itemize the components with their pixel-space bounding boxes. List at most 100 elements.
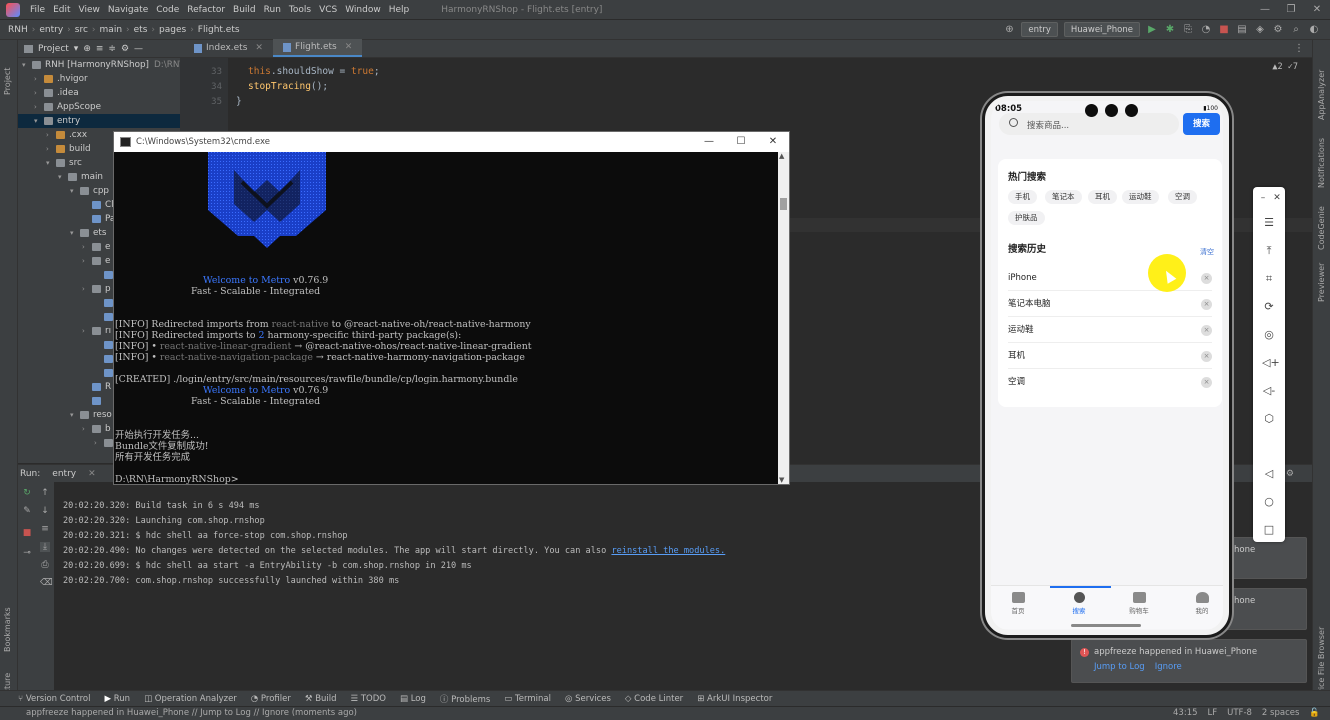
bookmarks-tool-tab[interactable]: Bookmarks: [3, 607, 12, 652]
tab-home[interactable]: 首页: [998, 592, 1038, 615]
project-view-select[interactable]: Project: [38, 44, 69, 54]
device-select[interactable]: Huawei_Phone: [1063, 22, 1140, 37]
remove-icon[interactable]: ×: [1201, 325, 1212, 336]
line-separator[interactable]: LF: [1208, 707, 1218, 720]
minimize-icon[interactable]: –: [1256, 191, 1270, 205]
scroll-end-icon[interactable]: ⤓: [40, 542, 50, 552]
settings-icon[interactable]: ⚙: [1272, 24, 1284, 36]
down-icon[interactable]: ↓: [40, 506, 50, 516]
menu-file[interactable]: File: [26, 5, 49, 15]
scroll-up-icon[interactable]: ▲: [779, 152, 784, 160]
lock-icon[interactable]: 🔓: [1309, 707, 1320, 720]
hot-tag[interactable]: 护肤品: [1008, 211, 1045, 225]
notifications-tool-tab[interactable]: Notifications: [1317, 138, 1326, 188]
cmd-title-bar[interactable]: C:\Windows\System32\cmd.exe — ☐ ✕: [114, 132, 789, 152]
expand-arrow-icon[interactable]: ›: [82, 282, 92, 296]
run-config-tab[interactable]: entry: [46, 469, 82, 479]
close-tab-icon[interactable]: ✕: [345, 38, 353, 56]
minimize-icon[interactable]: —: [693, 132, 725, 152]
profile-icon[interactable]: ◔: [1200, 24, 1212, 36]
minimize-icon[interactable]: —: [1252, 0, 1278, 20]
expand-arrow-icon[interactable]: ›: [82, 422, 92, 436]
menu-view[interactable]: View: [75, 5, 104, 15]
remove-icon[interactable]: ×: [1201, 377, 1212, 388]
cmd-scrollbar[interactable]: ▲ ▼: [778, 152, 789, 484]
debug-icon[interactable]: ✱: [1164, 24, 1176, 36]
breadcrumb-main[interactable]: main: [96, 25, 127, 35]
up-icon[interactable]: ↑: [40, 488, 50, 498]
expand-arrow-icon[interactable]: ▾: [70, 184, 80, 198]
phone-emulator[interactable]: 搜索商品... 搜索 08:05 ▮100 热门搜索 手机 笔记本 耳机 运动鞋…: [982, 93, 1232, 638]
expand-arrow-icon[interactable]: ▾: [70, 408, 80, 422]
close-icon[interactable]: ✕: [757, 132, 789, 152]
volume-down-icon[interactable]: ◁-: [1262, 384, 1276, 398]
stop-icon[interactable]: ■: [22, 528, 32, 538]
tab-flight[interactable]: Flight.ets ✕: [272, 38, 363, 57]
tab-code-linter[interactable]: ◇ Code Linter: [625, 694, 683, 704]
inspection-widget[interactable]: ▲2 ✓7: [1272, 62, 1298, 72]
home-icon[interactable]: ○: [1262, 495, 1276, 509]
volume-up-icon[interactable]: ◁+: [1262, 356, 1280, 370]
tree-node[interactable]: › AppScope: [18, 100, 180, 114]
maximize-icon[interactable]: ☐: [725, 132, 757, 152]
appfreeze-notification[interactable]: ! appfreeze happened in Huawei_Phone Jum…: [1071, 639, 1307, 683]
tab-run[interactable]: ▶ Run: [105, 694, 131, 704]
cmd-prompt[interactable]: D:\RN\HarmonyRNShop>: [115, 474, 239, 484]
menu-help[interactable]: Help: [385, 5, 414, 15]
print-icon[interactable]: ⎙: [40, 560, 50, 570]
scroll-down-icon[interactable]: ▼: [779, 476, 784, 484]
breadcrumb-pages[interactable]: pages: [155, 25, 190, 35]
tree-node[interactable]: ▾ RNH [HarmonyRNShop] D:\RN\: [18, 58, 180, 72]
expand-arrow-icon[interactable]: ›: [82, 240, 92, 254]
sdk-icon[interactable]: ◈: [1254, 24, 1266, 36]
expand-arrow-icon[interactable]: ▾: [58, 170, 68, 184]
tab-version-control[interactable]: ⑂ Version Control: [18, 694, 91, 704]
breadcrumb-file[interactable]: Flight.ets: [194, 25, 244, 35]
breadcrumb-src[interactable]: src: [71, 25, 92, 35]
menu-icon[interactable]: ☰: [1262, 216, 1276, 230]
reinstall-link[interactable]: reinstall the modules.: [611, 546, 725, 556]
tab-profiler[interactable]: ◔ Profiler: [251, 694, 291, 704]
appanalyzer-tool-tab[interactable]: AppAnalyzer: [1317, 70, 1326, 120]
menu-window[interactable]: Window: [341, 5, 385, 15]
ignore-link[interactable]: Ignore: [1155, 662, 1182, 672]
back-icon[interactable]: ◁: [1262, 467, 1276, 481]
tree-node[interactable]: › .hvigor: [18, 72, 180, 86]
rotate-icon[interactable]: ⟳: [1262, 300, 1276, 314]
breadcrumb-root[interactable]: RNH: [0, 25, 32, 35]
locate-icon[interactable]: ⊕: [83, 44, 91, 54]
expand-arrow-icon[interactable]: ▾: [22, 58, 32, 72]
jump-to-log-link[interactable]: Jump to Log: [1094, 662, 1145, 672]
close-tab-icon[interactable]: ✕: [255, 39, 263, 57]
phone-screen[interactable]: 搜索商品... 搜索 08:05 ▮100 热门搜索 手机 笔记本 耳机 运动鞋…: [991, 101, 1223, 630]
tree-node[interactable]: ▾ entry: [18, 114, 180, 128]
file-encoding[interactable]: UTF-8: [1227, 707, 1252, 720]
menu-refactor[interactable]: Refactor: [183, 5, 229, 15]
fold-icon[interactable]: ⬡: [1262, 412, 1276, 426]
cmd-window[interactable]: C:\Windows\System32\cmd.exe — ☐ ✕ Welcom…: [113, 131, 790, 485]
tab-todo[interactable]: ☰ TODO: [351, 694, 386, 704]
menu-tools[interactable]: Tools: [285, 5, 315, 15]
tab-arkui-inspector[interactable]: ⊞ ArkUI Inspector: [697, 694, 772, 704]
menu-code[interactable]: Code: [152, 5, 183, 15]
tab-operation-analyzer[interactable]: ◫ Operation Analyzer: [144, 694, 237, 704]
menu-navigate[interactable]: Navigate: [104, 5, 152, 15]
attach-icon[interactable]: ⎘: [1182, 24, 1194, 36]
history-item[interactable]: 耳机 ×: [1008, 343, 1212, 369]
expand-arrow-icon[interactable]: ›: [82, 324, 92, 338]
restore-icon[interactable]: ❐: [1278, 0, 1304, 20]
menu-run[interactable]: Run: [260, 5, 285, 15]
tab-services[interactable]: ◎ Services: [565, 694, 611, 704]
hot-tag[interactable]: 运动鞋: [1122, 190, 1159, 204]
menu-edit[interactable]: Edit: [49, 5, 74, 15]
pin-icon[interactable]: ⊸: [22, 548, 32, 558]
tab-search[interactable]: 搜索: [1059, 592, 1099, 615]
screenshot-icon[interactable]: ◎: [1262, 328, 1276, 342]
tree-node[interactable]: › .idea: [18, 86, 180, 100]
hot-tag[interactable]: 耳机: [1088, 190, 1117, 204]
hot-tag[interactable]: 手机: [1008, 190, 1037, 204]
status-message[interactable]: appfreeze happened in Huawei_Phone // Ju…: [26, 708, 357, 718]
expand-arrow-icon[interactable]: ›: [46, 142, 56, 156]
recent-apps-icon[interactable]: □: [1262, 523, 1276, 537]
scrollbar-thumb[interactable]: [780, 198, 787, 210]
